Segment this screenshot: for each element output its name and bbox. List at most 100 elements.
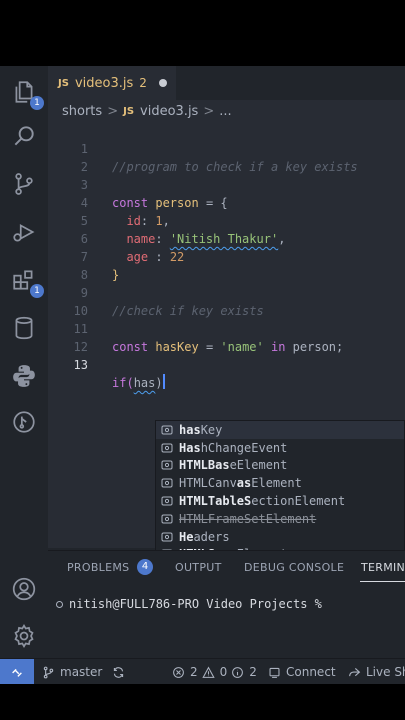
suggestion-item[interactable]: HashChangeEvent [156,439,404,457]
suggestion-label-post: Element [251,476,302,491]
run-debug-button[interactable] [8,216,40,248]
suggestion-item[interactable]: Headers [156,528,404,546]
explorer-badge: 1 [30,96,44,110]
remote-indicator[interactable] [0,659,34,684]
top-letterbox [0,0,405,66]
breadcrumb-symbol[interactable]: ... [219,104,231,119]
error-count: 2 [190,665,198,679]
suggestion-label-post: ectionElement [251,494,346,509]
suggestion-label-post: aders [193,529,230,544]
paren: ) [155,376,163,390]
database-button[interactable] [8,312,40,344]
variable-icon [161,442,173,454]
code-line: 1 //program to check if a key exists [48,122,405,174]
sync-icon [113,666,124,678]
tab-output[interactable]: OUTPUT [175,561,222,574]
terminal-line[interactable]: nitish@FULL786-PRO Video Projects % [56,597,322,611]
bottom-letterbox [0,684,405,720]
activity-bar: 1 1 [0,66,48,658]
python-button[interactable] [8,360,40,392]
code-line: 12 [48,320,405,354]
database-icon [15,316,33,340]
debug-icon [13,224,35,242]
tab-terminal[interactable]: TERMINAL [361,561,405,574]
terminal-prompt: nitish@FULL786-PRO Video Projects % [69,597,322,611]
live-share-icon [349,667,361,676]
suggestion-label: Headers [179,530,230,544]
extensions-badge: 1 [30,284,44,298]
variable-icon [161,477,173,489]
code-line: 9 //check if key exists [48,266,405,318]
code-line: 2 [48,140,405,174]
settings-button[interactable] [8,620,40,652]
gear-icon [14,624,34,648]
explorer-button[interactable]: 1 [8,76,44,110]
python-icon [13,365,35,387]
problems-indicator[interactable]: 2 0 2 [172,659,257,684]
search-icon [14,126,34,146]
sync-button[interactable] [112,659,130,684]
suggestion-item[interactable]: HTMLCanvasElement [156,474,404,492]
live-share-button[interactable]: Live Share [348,659,405,684]
branch-indicator[interactable]: master [42,659,102,684]
search-button[interactable] [8,120,40,152]
panel-tabs: PROBLEMS 4 OUTPUT DEBUG CONSOLE TERMINAL [48,551,405,585]
suggestion-label-bold: has [179,422,201,437]
suggestion-label-bold: as [236,476,252,491]
source-control-button[interactable] [8,168,40,200]
suggestion-item[interactable]: HTMLFrameSetElement [156,510,404,528]
git-branch-icon [43,666,54,678]
suggestion-label-post: Key [200,422,223,437]
variable-icon [161,459,173,471]
code-line: 10 [48,284,405,318]
suggestion-label-pre: HTMLFrameSetElement [179,511,317,526]
extensions-button[interactable]: 1 [8,264,44,298]
info-icon [232,666,244,678]
variable-icon [161,424,173,436]
suggestion-label-bold: He [179,529,194,544]
breadcrumb-folder[interactable]: shorts [62,104,102,119]
suggestion-item[interactable]: hasKey [156,421,404,439]
suggestion-label-bold: HTMLBas [179,458,230,473]
account-icon [12,577,36,601]
vscode-window: 1 1 JS video3.js 2 shorts > JS video3.js… [0,66,405,684]
code-line: 7 } [48,230,405,282]
suggestion-label: HTMLBaseElement [179,458,287,472]
tab-video3-js[interactable]: JS video3.js 2 [48,66,176,100]
code-line: 8 [48,248,405,282]
identifier: has [133,376,156,390]
tab-debug-console[interactable]: DEBUG CONSOLE [244,561,344,574]
tab-title: video3.js [74,75,134,91]
keyword: if( [112,376,134,390]
warning-count: 0 [219,665,228,679]
info-count: 2 [249,665,257,679]
line-number: 13 [73,358,88,372]
status-bar: master 2 0 2 Connect Live Share [0,658,405,684]
unsaved-dot-icon[interactable] [158,79,167,87]
suggestion-item[interactable]: HTMLTableSectionElement [156,492,404,510]
suggestion-label-bold: HTMLTableS [179,494,252,509]
suggestion-label-pre: HTMLCanv [179,476,237,491]
active-tab-indicator [360,581,405,582]
warning-icon [201,666,215,678]
connect-button[interactable]: Connect [268,659,336,684]
prompt-circle-icon [56,600,63,608]
tab-problems[interactable]: PROBLEMS [67,561,129,574]
variable-icon [161,495,173,507]
code-line: 5 name: 'Nitish Thakur', [48,194,405,246]
accounts-button[interactable] [8,573,40,605]
code-line: 3 const person = { [48,158,405,210]
breadcrumb-file[interactable]: video3.js [140,104,198,119]
suggestion-label: hasKey [179,423,222,437]
code-line: 6 age : 22 [48,212,405,264]
git-branch-icon [15,173,33,195]
bottom-panel: PROBLEMS 4 OUTPUT DEBUG CONSOLE TERMINAL… [48,550,405,658]
remote-connection-icon [12,668,22,677]
variable-icon [161,531,173,543]
remote-explorer-button[interactable] [8,406,40,438]
code-line: 11 const hasKey = 'name' in person; [48,302,405,354]
breadcrumb-separator: > [203,103,215,119]
branch-name: master [60,665,103,679]
suggestion-item[interactable]: HTMLBaseElement [156,457,404,475]
breadcrumb-separator: > [107,103,119,119]
